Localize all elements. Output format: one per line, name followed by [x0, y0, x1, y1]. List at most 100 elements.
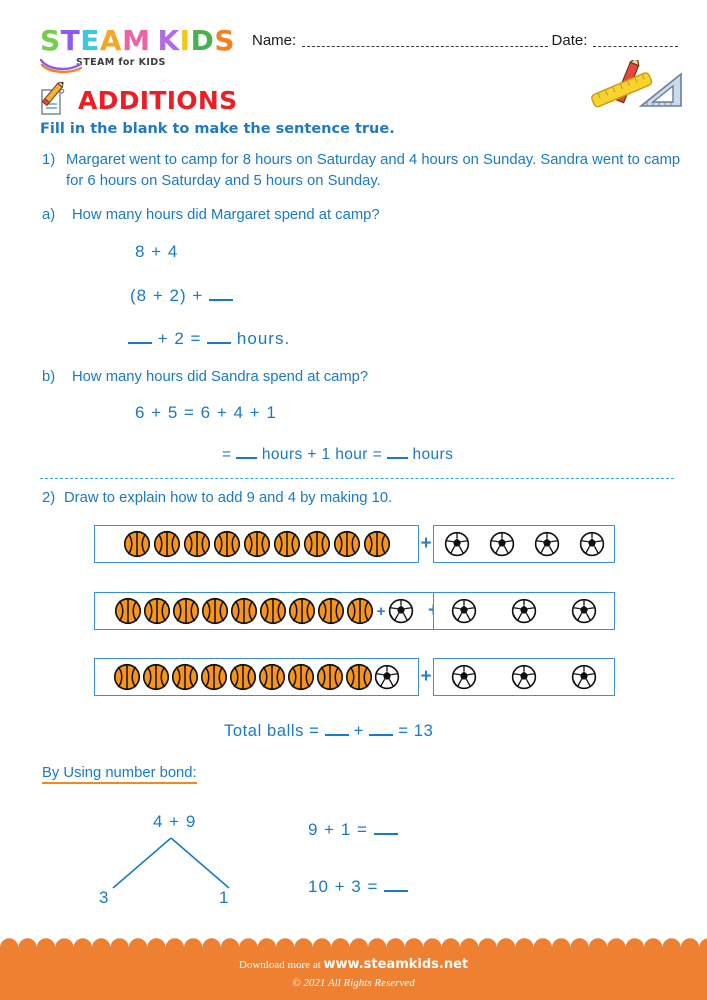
basketball-icon	[114, 597, 141, 625]
answer-blank[interactable]	[369, 722, 394, 737]
logo-tagline: STEAM for KIDS	[76, 57, 166, 68]
name-label: Name:	[252, 32, 297, 49]
soccer-ball-icon	[389, 598, 414, 624]
logo-letter-5: K	[157, 24, 180, 57]
steam-kids-logo: STEAM KIDS STEAM for KIDS	[40, 27, 235, 73]
footer-bar	[0, 948, 707, 1000]
basketball-icon	[143, 597, 170, 625]
ball-box-right	[433, 658, 616, 696]
part-b-label: b)	[42, 369, 56, 385]
answer-blank[interactable]	[207, 330, 232, 344]
basketball-icon	[259, 597, 286, 625]
section-divider	[40, 478, 674, 479]
soccer-ball-icon	[489, 531, 514, 557]
soccer-ball-icon	[511, 598, 537, 624]
basketball-icon	[333, 530, 360, 558]
question-1a-prompt: a) How many hours did Margaret spend at …	[42, 207, 380, 223]
question-1b-prompt: b) How many hours did Sandra spend at ca…	[42, 369, 368, 385]
equation-a-line1: 8 + 4	[135, 242, 178, 262]
logo-letter-0: S	[40, 24, 61, 57]
basketball-icon	[243, 530, 270, 558]
page-title: ADDITIONS	[78, 85, 238, 115]
basketball-icon	[183, 530, 210, 558]
total-plus: +	[348, 722, 370, 741]
basketball-icon	[317, 597, 344, 625]
footer-download-label: Download more at	[238, 959, 324, 971]
logo-letter-7: D	[190, 24, 215, 57]
ball-row: ++	[94, 592, 616, 630]
footer-website-link[interactable]: www.steamkids.net	[324, 957, 469, 972]
soccer-ball-icon	[451, 664, 477, 690]
logo-letter-4: M	[122, 24, 151, 57]
question-1-number: 1)	[42, 152, 56, 168]
basketball-icon	[287, 663, 315, 691]
basketball-icon	[346, 597, 373, 625]
pencil-paper-icon	[41, 82, 65, 115]
logo-swoosh-icon	[40, 58, 82, 73]
equation-b-line1: 6 + 5 = 6 + 4 + 1	[135, 403, 277, 423]
number-bond-diagram: 4 + 9 3 1	[95, 812, 305, 912]
ball-box-right	[433, 525, 616, 563]
number-bond-equation-2-text: 10 + 3 =	[308, 877, 385, 896]
date-input-line[interactable]	[593, 35, 678, 47]
answer-blank[interactable]	[386, 446, 408, 460]
answer-blank[interactable]	[128, 330, 152, 344]
number-bond-equation-2: 10 + 3 =	[308, 877, 409, 897]
basketball-icon	[142, 663, 170, 691]
ball-box-left	[94, 525, 419, 563]
logo-letter-3: A	[99, 24, 123, 57]
answer-blank[interactable]	[373, 821, 398, 835]
number-bond-heading: By Using number bond:	[42, 765, 197, 784]
basketball-icon	[200, 663, 228, 691]
equation-a-line3-post: hours.	[231, 329, 291, 348]
answer-blank[interactable]	[208, 287, 233, 301]
total-value: 13	[413, 722, 434, 741]
equation-a-line3: + 2 = hours.	[128, 329, 290, 349]
worksheet-title-row: ADDITIONS	[36, 82, 237, 118]
inner-plus-sign: +	[376, 602, 386, 620]
basketball-icon	[113, 663, 141, 691]
ball-box-left	[94, 658, 419, 696]
number-bond-left-value: 3	[99, 888, 109, 907]
basketball-icon	[201, 597, 228, 625]
worksheet-page: STEAM KIDS STEAM for KIDS Name: Date: AD…	[0, 0, 707, 1000]
basketball-icon	[316, 663, 344, 691]
equation-b-line2: = hours + 1 hour = hours	[222, 446, 453, 464]
basketball-icon	[123, 530, 150, 558]
equation-b-line2-a: =	[222, 446, 237, 464]
logo-letter-8: S	[214, 24, 236, 57]
instruction-text: Fill in the blank to make the sentence t…	[40, 121, 395, 137]
question-2: 2) Draw to explain how to add 9 and 4 by…	[42, 490, 392, 506]
basketball-icon	[171, 663, 199, 691]
page-footer: Download more at www.steamkids.net © 202…	[0, 938, 707, 1000]
total-balls-line: Total balls = + = 13	[224, 722, 433, 741]
ball-row: +	[94, 658, 616, 696]
basketball-icon	[345, 663, 373, 691]
ruler-pencil-triangle-icon	[591, 60, 682, 108]
logo-letter-6: I	[179, 24, 191, 57]
basketball-icon	[213, 530, 240, 558]
question-2-number: 2)	[42, 490, 56, 506]
basketball-icon	[363, 530, 390, 558]
basketball-icon	[229, 663, 257, 691]
soccer-ball-icon	[571, 664, 597, 690]
answer-blank[interactable]	[236, 446, 258, 460]
basketball-icon	[288, 597, 315, 625]
name-input-line[interactable]	[302, 35, 548, 47]
equation-a-line2: (8 + 2) +	[130, 286, 233, 306]
equation-a-line3-mid: + 2 =	[152, 329, 208, 348]
soccer-ball-icon	[444, 531, 469, 557]
ball-box-left: +	[94, 592, 434, 630]
logo-wordmark: STEAM KIDS	[40, 27, 235, 55]
soccer-ball-icon	[374, 664, 400, 690]
answer-blank[interactable]	[324, 722, 349, 737]
part-a-label: a)	[42, 207, 56, 223]
part-b-text: How many hours did Sandra spend at camp?	[72, 369, 369, 385]
total-equals: =	[393, 722, 414, 741]
soccer-ball-icon	[534, 531, 559, 557]
equation-a-line1-text: 8 + 4	[135, 242, 179, 261]
number-bond-equation-1-text: 9 + 1 =	[308, 820, 374, 839]
date-label: Date:	[551, 32, 588, 49]
total-label: Total balls =	[224, 722, 325, 741]
answer-blank[interactable]	[384, 878, 409, 892]
